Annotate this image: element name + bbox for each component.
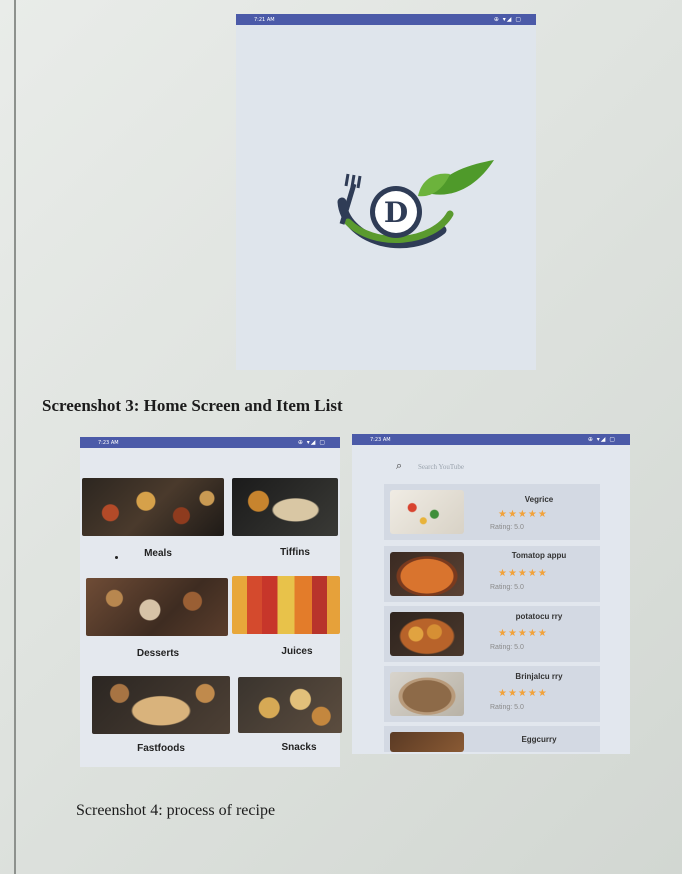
status-time: 7:23 AM	[370, 437, 391, 443]
bullet-dot	[115, 556, 118, 559]
rating-stars: ★★★★★	[498, 688, 548, 699]
category-desserts-label[interactable]: Desserts	[103, 648, 213, 659]
caption-screenshot-4: Screenshot 4: process of recipe	[76, 802, 276, 819]
status-bar: 7:23 AM ⊕ ▾◢ ▢	[352, 434, 630, 445]
rating-stars: ★★★★★	[498, 628, 548, 639]
status-icons: ⊕ ▾◢ ▢	[587, 436, 616, 443]
status-time: 7:23 AM	[98, 440, 119, 446]
category-tiffins-label[interactable]: Tiffins	[240, 547, 350, 558]
item-card-eggcurry[interactable]: Eggcurry	[384, 726, 600, 752]
splash-screenshot: 7:21 AM ⊕ ▾◢ ▢ D	[236, 14, 536, 370]
paper-edge	[14, 0, 16, 874]
vegrice-photo	[390, 490, 464, 534]
logo-letter: D	[384, 196, 408, 229]
category-snacks-label[interactable]: Snacks	[244, 742, 354, 753]
item-card-tomatopappu[interactable]: Tomatop appu ★★★★★ Rating: 5.0	[384, 546, 600, 602]
category-tiffins-image[interactable]	[232, 478, 338, 536]
item-name: potatocu rry	[515, 612, 563, 621]
caption-screenshot-3: Screenshot 3: Home Screen and Item List	[42, 396, 343, 415]
category-meals-label[interactable]: Meals	[103, 548, 213, 559]
rating-stars: ★★★★★	[498, 509, 548, 520]
item-name: Eggcurry	[521, 735, 557, 744]
item-card-vegrice[interactable]: Vegrice ★★★★★ Rating: 5.0	[384, 484, 600, 540]
category-snacks-image[interactable]	[238, 677, 342, 733]
category-desserts-image[interactable]	[86, 578, 228, 636]
rating-text: Rating: 5.0	[490, 584, 524, 591]
item-name: Vegrice	[524, 495, 554, 504]
category-fastfoods-image[interactable]	[92, 676, 230, 734]
category-juices-image[interactable]	[232, 576, 340, 634]
app-logo: D	[337, 160, 494, 249]
category-juices-label[interactable]: Juices	[242, 646, 352, 657]
search-input[interactable]: Search YouTube	[418, 463, 464, 471]
rating-text: Rating: 5.0	[490, 704, 524, 711]
potatocurry-photo	[390, 612, 464, 656]
status-icons: ⊕ ▾◢ ▢	[297, 439, 326, 446]
rating-text: Rating: 5.0	[490, 644, 524, 651]
category-meals-image[interactable]	[82, 478, 224, 536]
status-bar: 7:23 AM ⊕ ▾◢ ▢	[80, 437, 340, 448]
item-name: Tomatop appu	[511, 551, 567, 560]
brinjalcurry-photo	[390, 672, 464, 716]
search-icon: ⌕	[396, 460, 403, 472]
rating-stars: ★★★★★	[498, 568, 548, 579]
search-bar[interactable]: ⌕ Search YouTube	[388, 458, 608, 478]
photo-page: 7:21 AM ⊕ ▾◢ ▢ D Screenshot 3: Home Scre…	[0, 0, 682, 874]
tomatopappu-photo	[390, 552, 464, 596]
rating-text: Rating: 5.0	[490, 524, 524, 531]
item-card-potatocurry[interactable]: potatocu rry ★★★★★ Rating: 5.0	[384, 606, 600, 662]
eggcurry-photo	[390, 732, 464, 752]
item-card-brinjalcurry[interactable]: Brinjalcu rry ★★★★★ Rating: 5.0	[384, 666, 600, 722]
item-name: Brinjalcu rry	[515, 672, 563, 681]
category-fastfoods-label[interactable]: Fastfoods	[106, 743, 216, 754]
